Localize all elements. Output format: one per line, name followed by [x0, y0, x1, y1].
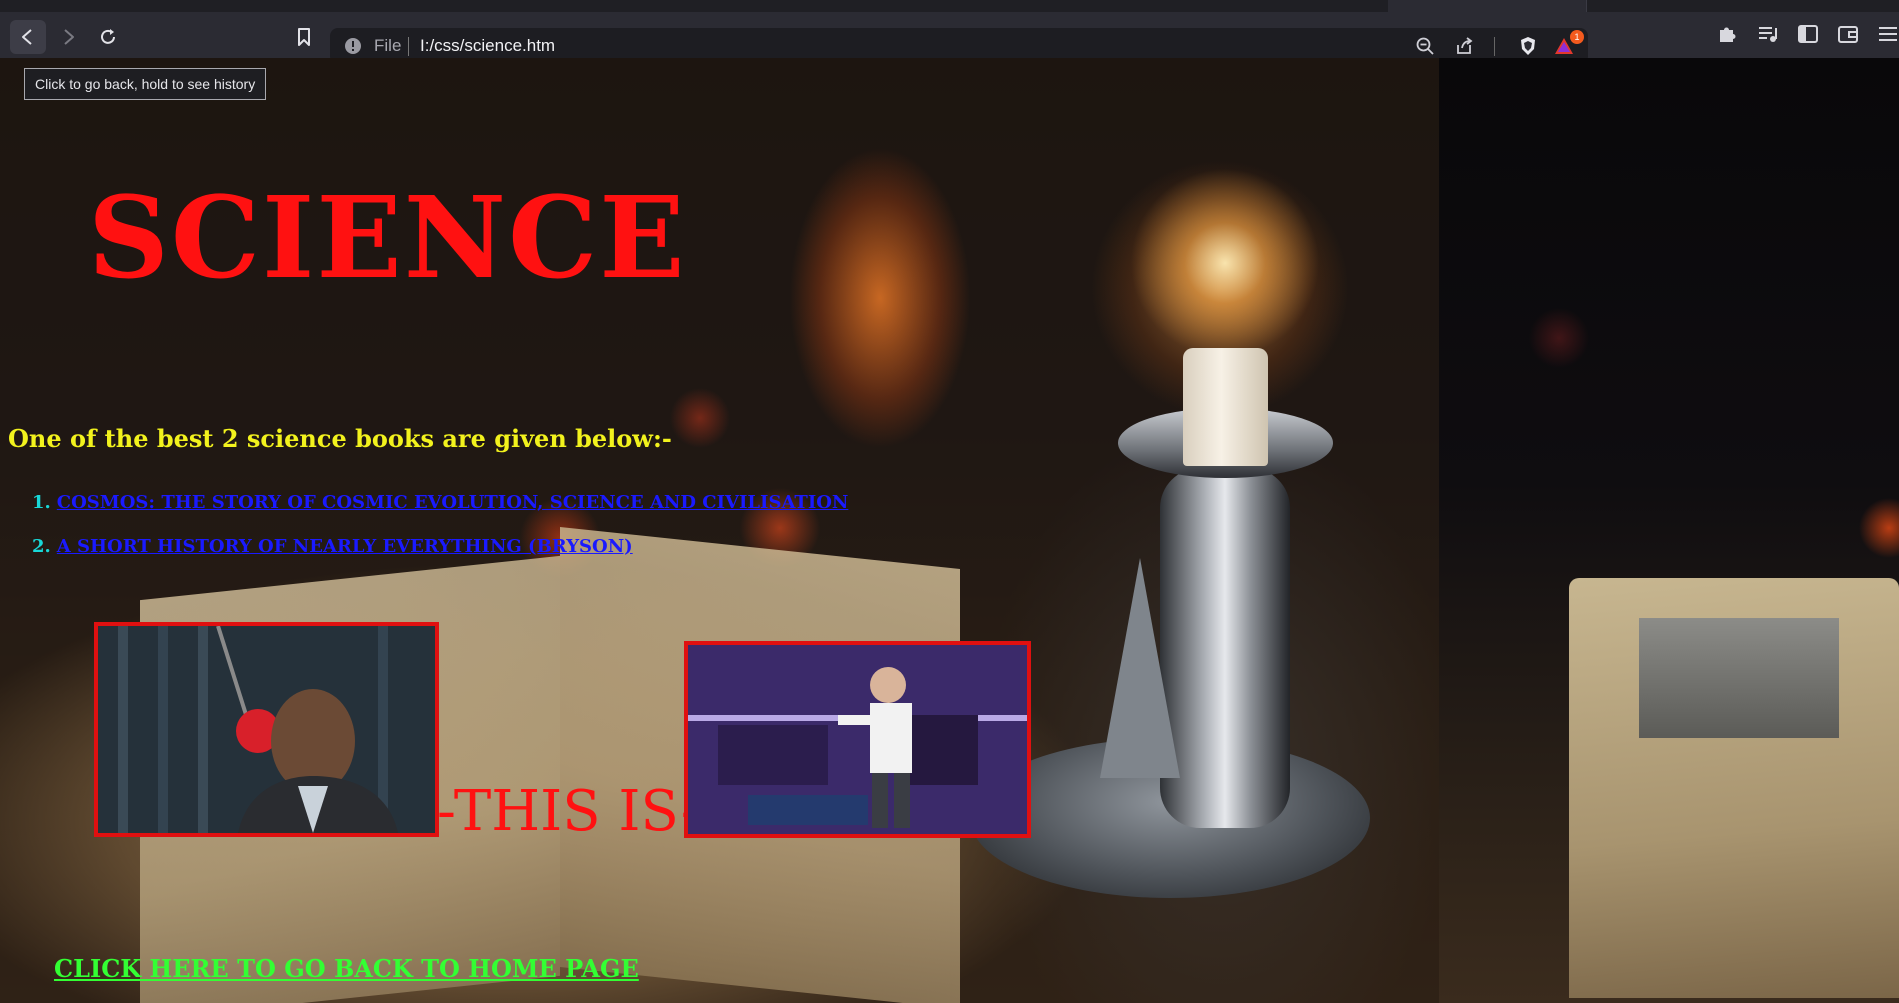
tab[interactable]	[598, 0, 795, 12]
science-gif-dancer	[684, 641, 1031, 838]
address-divider	[408, 37, 409, 56]
tab[interactable]	[400, 0, 599, 12]
list-number: 1.	[32, 492, 51, 513]
background-tile-repeat	[1439, 58, 1899, 1003]
side-book-illustration	[1639, 618, 1839, 738]
tab[interactable]	[1190, 0, 1389, 12]
home-page-link[interactable]: CLICK HERE TO GO BACK TO HOME PAGE	[54, 954, 639, 983]
menu-icon[interactable]	[1876, 22, 1899, 46]
tab[interactable]	[204, 0, 401, 12]
candle-flame-glow	[1130, 168, 1320, 358]
book-link-cosmos[interactable]: COSMOS: THE STORY OF COSMIC EVOLUTION, S…	[57, 492, 849, 513]
tab-strip	[0, 0, 1899, 12]
science-gif-pendulum	[94, 622, 439, 837]
forward-button[interactable]	[50, 20, 86, 54]
bookmark-button[interactable]	[286, 20, 322, 54]
address-url[interactable]: I:/css/science.htm	[420, 36, 555, 56]
book-link-short-history[interactable]: A SHORT HISTORY OF NEARLY EVERYTHING (BR…	[57, 536, 633, 557]
dancer-scene	[688, 645, 1027, 834]
tab[interactable]	[992, 0, 1191, 12]
book-list: 1. COSMOS: THE STORY OF COSMIC EVOLUTION,…	[32, 492, 848, 580]
tab[interactable]	[0, 0, 205, 12]
list-item: 1. COSMOS: THE STORY OF COSMIC EVOLUTION,…	[32, 492, 848, 536]
tab-active[interactable]	[1388, 0, 1587, 12]
bookmark-icon	[298, 28, 310, 46]
share-icon[interactable]	[1454, 36, 1474, 56]
address-scheme: File	[374, 36, 402, 55]
omnibox-divider	[1494, 37, 1495, 56]
sidebar-icon[interactable]	[1796, 22, 1820, 46]
this-is-label: -THIS IS-	[437, 779, 700, 844]
list-item: 2. A SHORT HISTORY OF NEARLY EVERYTHING (…	[32, 536, 848, 580]
info-icon[interactable]	[344, 37, 362, 55]
pendulum-scene	[98, 626, 435, 833]
back-button-tooltip: Click to go back, hold to see history	[24, 68, 267, 100]
forward-arrow-icon	[64, 29, 74, 45]
browser-toolbar: File I:/css/science.htm 1	[0, 12, 1899, 64]
tab[interactable]	[794, 0, 993, 12]
candle-snuffer	[1100, 558, 1180, 778]
notification-badge: 1	[1570, 30, 1584, 44]
list-number: 2.	[32, 536, 51, 557]
intro-heading: One of the best 2 science books are give…	[8, 424, 672, 453]
brave-shields-icon[interactable]	[1518, 36, 1538, 56]
back-button[interactable]	[10, 20, 46, 54]
page-title: SCIENCE	[88, 173, 687, 304]
puzzle-icon[interactable]	[1716, 22, 1740, 46]
back-arrow-icon	[22, 29, 32, 45]
playlist-icon[interactable]	[1756, 22, 1780, 46]
reload-button[interactable]	[90, 20, 126, 54]
wallet-icon[interactable]	[1836, 22, 1860, 46]
reload-icon	[101, 29, 115, 44]
zoom-out-icon[interactable]	[1415, 36, 1435, 56]
candle	[1183, 348, 1268, 466]
